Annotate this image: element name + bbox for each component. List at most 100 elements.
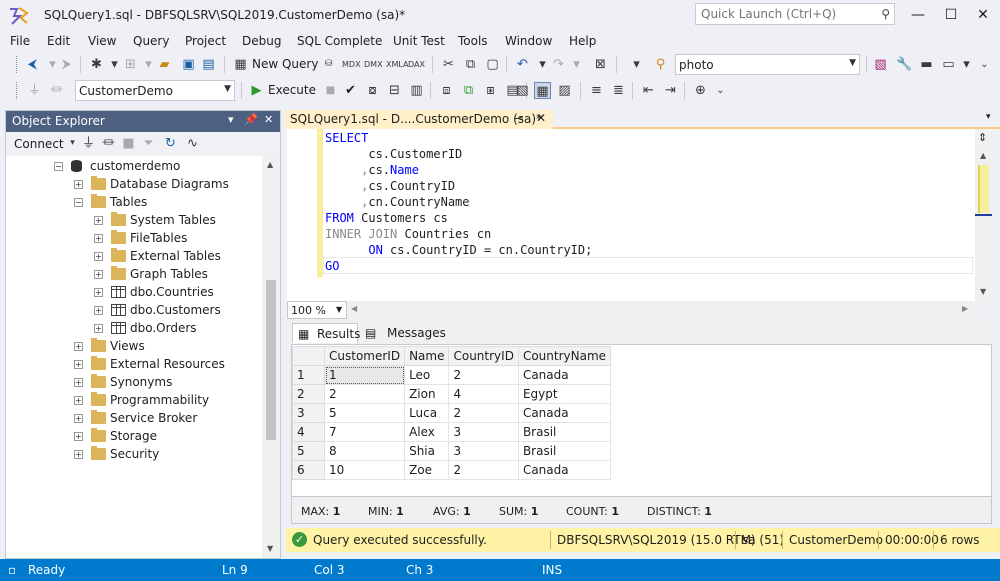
toolbar-grip[interactable] xyxy=(16,56,19,73)
dropdown-icon[interactable]: ▾ xyxy=(958,56,975,73)
scrollbar-thumb[interactable] xyxy=(978,165,989,213)
menu-tools[interactable]: Tools xyxy=(458,34,488,48)
row-header-corner[interactable] xyxy=(292,346,325,366)
table-cell[interactable]: 4 xyxy=(448,384,519,404)
table-cell[interactable]: 2 xyxy=(448,365,519,385)
results-to-grid-icon[interactable]: ▦ xyxy=(534,82,551,99)
tree-node[interactable]: + dbo.Orders xyxy=(6,320,262,338)
editor-scrollbar[interactable]: ⇕ ▲ ▼ xyxy=(975,129,992,301)
properties-wrench-icon[interactable]: 🔧 xyxy=(896,56,913,73)
connect-plug-icon[interactable]: ⏚ xyxy=(26,82,43,99)
scroll-down-icon[interactable]: ▼ xyxy=(980,287,986,296)
scroll-up-icon[interactable]: ▲ xyxy=(980,151,986,160)
solution-explorer-icon[interactable]: ▧ xyxy=(872,56,889,73)
chevron-down-icon[interactable]: ▾ xyxy=(64,135,81,152)
chevron-down-icon[interactable]: ▾ xyxy=(228,113,234,126)
chevron-down-icon[interactable]: ▼ xyxy=(849,58,856,68)
tree-node[interactable]: + Graph Tables xyxy=(6,266,262,284)
display-plan-icon[interactable]: ⧇ xyxy=(364,82,381,99)
column-header-countryname[interactable]: CountryName xyxy=(517,346,612,366)
save-all-icon[interactable]: ▤ xyxy=(200,56,217,73)
decrease-indent-icon[interactable]: ⇤ xyxy=(640,82,657,99)
expand-icon[interactable]: + xyxy=(74,396,83,405)
row-number-cell[interactable]: 5 xyxy=(292,441,325,461)
new-project-icon[interactable]: ✱ xyxy=(88,56,105,73)
scroll-right-icon[interactable]: ▶ xyxy=(962,304,968,313)
execute-play-icon[interactable]: ▶ xyxy=(248,82,265,99)
column-header-countryid[interactable]: CountryID xyxy=(448,346,519,366)
table-cell[interactable]: 7 xyxy=(323,422,406,442)
menu-query[interactable]: Query xyxy=(133,34,169,48)
live-stats-icon[interactable]: ⧆ xyxy=(482,82,499,99)
cut-icon[interactable]: ✂ xyxy=(440,56,457,73)
tree-node[interactable]: + System Tables xyxy=(6,212,262,230)
forward-icon[interactable]: ⮞ xyxy=(58,56,75,73)
tree-node[interactable]: + dbo.Customers xyxy=(6,302,262,320)
toolbar-overflow-icon[interactable]: ⌄ xyxy=(976,56,993,73)
xmla-query-icon[interactable]: XMLA xyxy=(386,56,409,73)
close-tab-icon[interactable]: ✕ xyxy=(536,111,546,125)
connect-plug-icon[interactable]: ⏚ xyxy=(80,135,97,152)
close-icon[interactable]: ✕ xyxy=(264,113,273,126)
menu-unit-test[interactable]: Unit Test xyxy=(393,34,445,48)
tree-node[interactable]: − Tables xyxy=(6,194,262,212)
table-cell[interactable]: Zion xyxy=(404,384,450,404)
expand-icon[interactable]: + xyxy=(74,360,83,369)
menu-window[interactable]: Window xyxy=(505,34,552,48)
open-file-icon[interactable]: ▰ xyxy=(156,56,173,73)
column-header-customerid[interactable]: CustomerID xyxy=(323,346,406,366)
tree-node[interactable]: + Service Broker xyxy=(6,410,262,428)
chevron-down-icon[interactable]: ▼ xyxy=(224,84,231,94)
expand-icon[interactable]: + xyxy=(74,342,83,351)
copy-icon[interactable]: ⧉ xyxy=(462,56,479,73)
collapse-icon[interactable]: − xyxy=(74,198,83,207)
table-cell[interactable]: 1 xyxy=(323,365,406,385)
table-cell[interactable]: Shia xyxy=(404,441,450,461)
table-cell[interactable]: Canada xyxy=(517,365,612,385)
table-cell[interactable]: 2 xyxy=(448,403,519,423)
toolbox-icon[interactable]: ▬ xyxy=(918,56,935,73)
table-cell[interactable]: 8 xyxy=(323,441,406,461)
table-cell[interactable]: Zoe xyxy=(404,460,450,480)
tab-messages[interactable]: ▤ Messages xyxy=(361,323,446,343)
dropdown-icon[interactable]: ▾ xyxy=(628,56,645,73)
table-row[interactable]: 4 7 Alex 3 Brasil xyxy=(292,422,612,442)
sql-code[interactable]: SELECT cs.CustomerID ,cs.Name ,cs.Countr… xyxy=(325,130,592,274)
object-explorer-scrollbar[interactable]: ▲ ▼ xyxy=(262,156,280,558)
menu-debug[interactable]: Debug xyxy=(242,34,281,48)
mdx-query-icon[interactable]: MDX xyxy=(342,56,361,73)
stop-icon[interactable]: ■ xyxy=(322,82,339,99)
results-to-text-icon[interactable]: ▧ xyxy=(514,82,531,99)
pin-icon[interactable]: ⊸ xyxy=(514,112,523,125)
refresh-icon[interactable]: ↻ xyxy=(162,135,179,152)
expand-icon[interactable]: + xyxy=(74,450,83,459)
scroll-left-icon[interactable]: ◀ xyxy=(351,304,357,313)
execute-button[interactable]: Execute xyxy=(268,83,316,97)
split-icon[interactable]: ⇕ xyxy=(978,131,987,144)
chevron-down-icon[interactable]: ▾ xyxy=(986,112,991,122)
tree-node[interactable]: + External Resources xyxy=(6,356,262,374)
query-designer-icon[interactable]: ⊟ xyxy=(386,82,403,99)
dmx-query-icon[interactable]: DMX xyxy=(364,56,383,73)
tab-sqlquery1[interactable]: SQLQuery1.sql - D....CustomerDemo (sa)* … xyxy=(286,110,553,129)
toolbar-grip[interactable] xyxy=(16,82,19,99)
scroll-up-icon[interactable]: ▲ xyxy=(267,160,273,169)
row-number-cell[interactable]: 4 xyxy=(292,422,325,442)
tree-node[interactable]: + External Tables xyxy=(6,248,262,266)
connect-button[interactable]: Connect xyxy=(14,137,64,151)
tree-node[interactable]: + Security xyxy=(6,446,262,464)
tree-node[interactable]: + Database Diagrams xyxy=(6,176,262,194)
tree-node[interactable]: + FileTables xyxy=(6,230,262,248)
database-combo[interactable]: CustomerDemo ▼ xyxy=(75,80,235,101)
menu-view[interactable]: View xyxy=(88,34,116,48)
database-engine-query-icon[interactable]: ⛁ xyxy=(320,56,337,73)
table-cell[interactable]: 3 xyxy=(448,422,519,442)
dropdown-icon[interactable]: ▾ xyxy=(568,56,585,73)
tree-node[interactable]: − customerdemo xyxy=(6,158,262,176)
results-to-file-icon[interactable]: ▨ xyxy=(556,82,573,99)
find-icon[interactable]: ⚲ xyxy=(652,56,669,73)
chevron-down-icon[interactable]: ▼ xyxy=(336,305,342,314)
paste-icon[interactable]: ▢ xyxy=(484,56,501,73)
table-cell[interactable]: Leo xyxy=(404,365,450,385)
table-cell[interactable]: Egypt xyxy=(517,384,612,404)
